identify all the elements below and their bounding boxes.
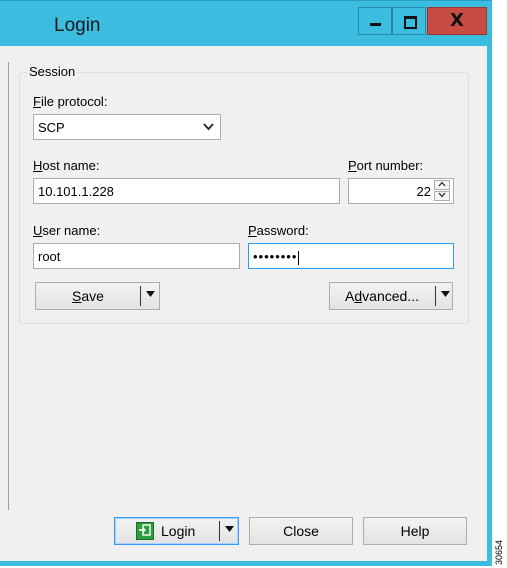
maximize-button[interactable] [392,7,426,35]
figure-number: 30654 [494,539,504,565]
file-protocol-value: SCP [38,120,65,135]
user-name-label-accel: U [33,223,43,238]
host-name-label: Host name: [33,158,99,173]
login-label: Login [161,523,196,539]
file-protocol-select[interactable]: SCP [33,114,221,140]
title-bar: Login X [0,0,492,47]
file-protocol-label: File protocol: [33,94,107,109]
file-protocol-label-accel: F [33,94,41,109]
password-label-accel: P [248,223,257,238]
advanced-label-start: A [345,288,355,304]
save-label-accel: S [72,288,82,304]
login-icon [136,522,154,540]
advanced-label-accel: d [354,288,363,304]
spin-up-icon[interactable] [434,180,450,190]
advanced-dropdown-arrow[interactable] [436,283,454,309]
session-group-label: Session [27,64,78,79]
spin-down-icon[interactable] [434,191,450,201]
user-name-label-text: ser name: [42,223,101,238]
text-cursor [298,250,300,265]
minimize-button[interactable] [358,7,392,35]
file-protocol-label-text: ile protocol: [40,94,108,109]
maximize-icon [404,16,417,29]
close-button[interactable]: Close [249,517,353,545]
host-name-label-accel: H [33,158,43,173]
chevron-down-icon [440,291,450,297]
password-label: Password: [248,223,309,238]
help-button[interactable]: Help [363,517,467,545]
chevron-down-icon [203,120,214,134]
save-button[interactable]: Save [35,282,160,310]
advanced-button-main[interactable]: Advanced... [330,283,434,309]
port-number-label-accel: P [348,158,357,173]
close-icon: X [450,10,464,31]
host-name-label-text: ost name: [42,158,100,173]
close-window-button[interactable]: X [427,7,487,35]
window-frame-bottom [0,561,492,566]
advanced-button[interactable]: Advanced... [329,282,453,310]
user-name-label: User name: [33,223,100,238]
chevron-down-icon [224,526,234,532]
window-frame-right [487,46,492,566]
chevron-down-icon [145,291,155,297]
save-dropdown-arrow[interactable] [141,283,159,309]
window-title: Login [54,15,101,36]
login-button-main[interactable]: Login [115,518,219,544]
password-label-text: assword: [256,223,309,238]
minimize-icon [370,23,381,26]
port-number-label: Port number: [348,158,423,173]
save-button-main[interactable]: Save [36,283,140,309]
login-dropdown-arrow[interactable] [220,518,238,544]
password-input[interactable]: •••••••• [248,243,454,269]
login-button[interactable]: Login [114,517,239,545]
save-label-text: ave [81,288,104,304]
host-name-input[interactable]: 10.101.1.228 [33,178,340,204]
port-number-label-text: ort number: [356,158,424,173]
port-number-spinner [414,180,452,202]
advanced-label-text: vanced... [362,288,419,304]
left-panel-edge [0,62,9,510]
user-name-input[interactable]: root [33,243,240,269]
password-masked-value: •••••••• [253,249,298,264]
